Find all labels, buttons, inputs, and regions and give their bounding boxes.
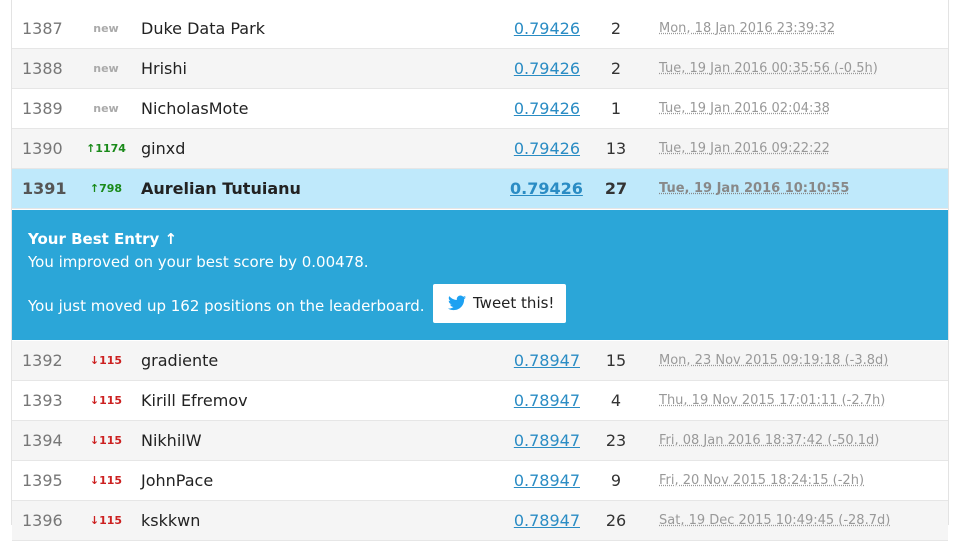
entries-count: 23	[605, 431, 627, 450]
last-submission: Fri, 08 Jan 2016 18:37:42 (-50.1d)	[659, 433, 880, 448]
team-name[interactable]: gradiente	[141, 341, 218, 381]
entries-count: 27	[604, 179, 628, 198]
rank-change: new	[93, 102, 119, 115]
team-name[interactable]: JohnPace	[141, 461, 213, 501]
last-submission: Tue, 19 Jan 2016 02:04:38	[659, 101, 830, 116]
entries-count: 9	[610, 471, 622, 490]
leaderboard-row: 1388 new Hrishi 0.79426 2 Tue, 19 Jan 2016 00…	[12, 49, 948, 89]
last-submission: Mon, 18 Jan 2016 23:39:32	[659, 21, 836, 36]
entries-count: 1	[610, 99, 622, 118]
leaderboard-row: 1392 ↓115 gradiente 0.78947 15 Mon, 23 Nov 20…	[12, 341, 948, 381]
rank-change: ↓115	[89, 474, 123, 487]
team-name[interactable]: Hrishi	[141, 49, 187, 89]
score-link[interactable]: 0.78947	[510, 461, 580, 501]
score-link[interactable]: 0.79426	[510, 49, 580, 89]
last-submission: Mon, 23 Nov 2015 09:19:18 (-3.8d)	[659, 353, 889, 368]
rank-change: new	[93, 62, 119, 75]
entries-count: 13	[605, 139, 627, 158]
leaderboard-row: 1395 ↓115 JohnPace 0.78947 9 Fri, 20 Nov 2015…	[12, 461, 948, 501]
entries-count: 2	[610, 19, 622, 38]
last-submission: Sat, 19 Dec 2015 10:49:45 (-28.7d)	[659, 513, 891, 528]
team-name[interactable]: Duke Data Park	[141, 9, 265, 49]
team-name[interactable]: Aurelian Tutuianu	[141, 169, 301, 209]
best-entry-title: Your Best Entry ↑	[28, 230, 178, 248]
last-submission: Tue, 19 Jan 2016 09:22:22	[659, 141, 830, 156]
leaderboard-row: 1396 ↓115 kskkwn 0.78947 26 Sat, 19 Dec 2015 …	[12, 501, 948, 541]
leaderboard-row: 1394 ↓115 NikhilW 0.78947 23 Fri, 08 Jan 2016…	[12, 421, 948, 461]
rank-change: ↓115	[89, 514, 123, 527]
rank-change: ↓115	[89, 434, 123, 447]
rank: 1390	[22, 139, 63, 158]
rank: 1391	[22, 179, 67, 198]
score-link[interactable]: 0.78947	[510, 421, 580, 461]
leaderboard: 1387 new Duke Data Park 0.79426 2 Mon, 18 Jan…	[11, 0, 949, 541]
last-submission: Tue, 19 Jan 2016 00:35:56 (-0.5h)	[659, 61, 878, 76]
leaderboard-row: 1390 ↑1174 ginxd 0.79426 13 Tue, 19 Jan 2016 …	[12, 129, 948, 169]
rank: 1393	[22, 391, 63, 410]
team-name[interactable]: kskkwn	[141, 501, 200, 541]
leaderboard-row-current-user: 1391 ↑798 Aurelian Tutuianu 0.79426 27 Tue, 1…	[12, 169, 948, 209]
entries-count: 15	[605, 351, 627, 370]
rank: 1387	[22, 19, 63, 38]
leaderboard-row: 1389 new NicholasMote 0.79426 1 Tue, 19 Jan 2…	[12, 89, 948, 129]
score-link[interactable]: 0.78947	[510, 341, 580, 381]
score-link[interactable]: 0.78947	[510, 381, 580, 421]
team-name[interactable]: NikhilW	[141, 421, 202, 461]
score-link[interactable]: 0.78947	[510, 501, 580, 541]
entries-count: 26	[605, 511, 627, 530]
improvement-message: You improved on your best score by 0.004…	[28, 253, 369, 271]
rank-change: ↑1174	[86, 142, 126, 155]
rank-change: ↓115	[89, 394, 123, 407]
rank-change: new	[93, 22, 119, 35]
position-message: You just moved up 162 positions on the l…	[28, 297, 425, 315]
rank: 1396	[22, 511, 63, 530]
twitter-bird-icon	[448, 295, 466, 311]
last-submission: Thu, 19 Nov 2015 17:01:11 (-2.7h)	[659, 393, 886, 408]
rank: 1389	[22, 99, 63, 118]
leaderboard-row: 1387 new Duke Data Park 0.79426 2 Mon, 18 Jan…	[12, 9, 948, 49]
team-name[interactable]: NicholasMote	[141, 89, 248, 129]
score-link[interactable]: 0.79426	[510, 9, 580, 49]
leaderboard-row: 1393 ↓115 Kirill Efremov 0.78947 4 Thu, 19 No…	[12, 381, 948, 421]
team-name[interactable]: ginxd	[141, 129, 185, 169]
last-submission: Fri, 20 Nov 2015 18:24:15 (-2h)	[659, 473, 865, 488]
last-submission: Tue, 19 Jan 2016 10:10:55	[659, 181, 850, 196]
tweet-button-label: Tweet this!	[473, 294, 555, 312]
score-link[interactable]: 0.79426	[510, 89, 580, 129]
rank: 1394	[22, 431, 63, 450]
entries-count: 2	[610, 59, 622, 78]
rank: 1395	[22, 471, 63, 490]
rank-change: ↑798	[89, 182, 123, 195]
team-name[interactable]: Kirill Efremov	[141, 381, 248, 421]
rank: 1388	[22, 59, 63, 78]
entries-count: 4	[610, 391, 622, 410]
score-link[interactable]: 0.79426	[510, 129, 580, 169]
rank-change: ↓115	[89, 354, 123, 367]
rank: 1392	[22, 351, 63, 370]
score-link[interactable]: 0.79426	[510, 169, 583, 209]
best-entry-banner: Your Best Entry ↑ You improved on your b…	[12, 210, 948, 340]
tweet-button[interactable]: Tweet this!	[433, 284, 566, 323]
